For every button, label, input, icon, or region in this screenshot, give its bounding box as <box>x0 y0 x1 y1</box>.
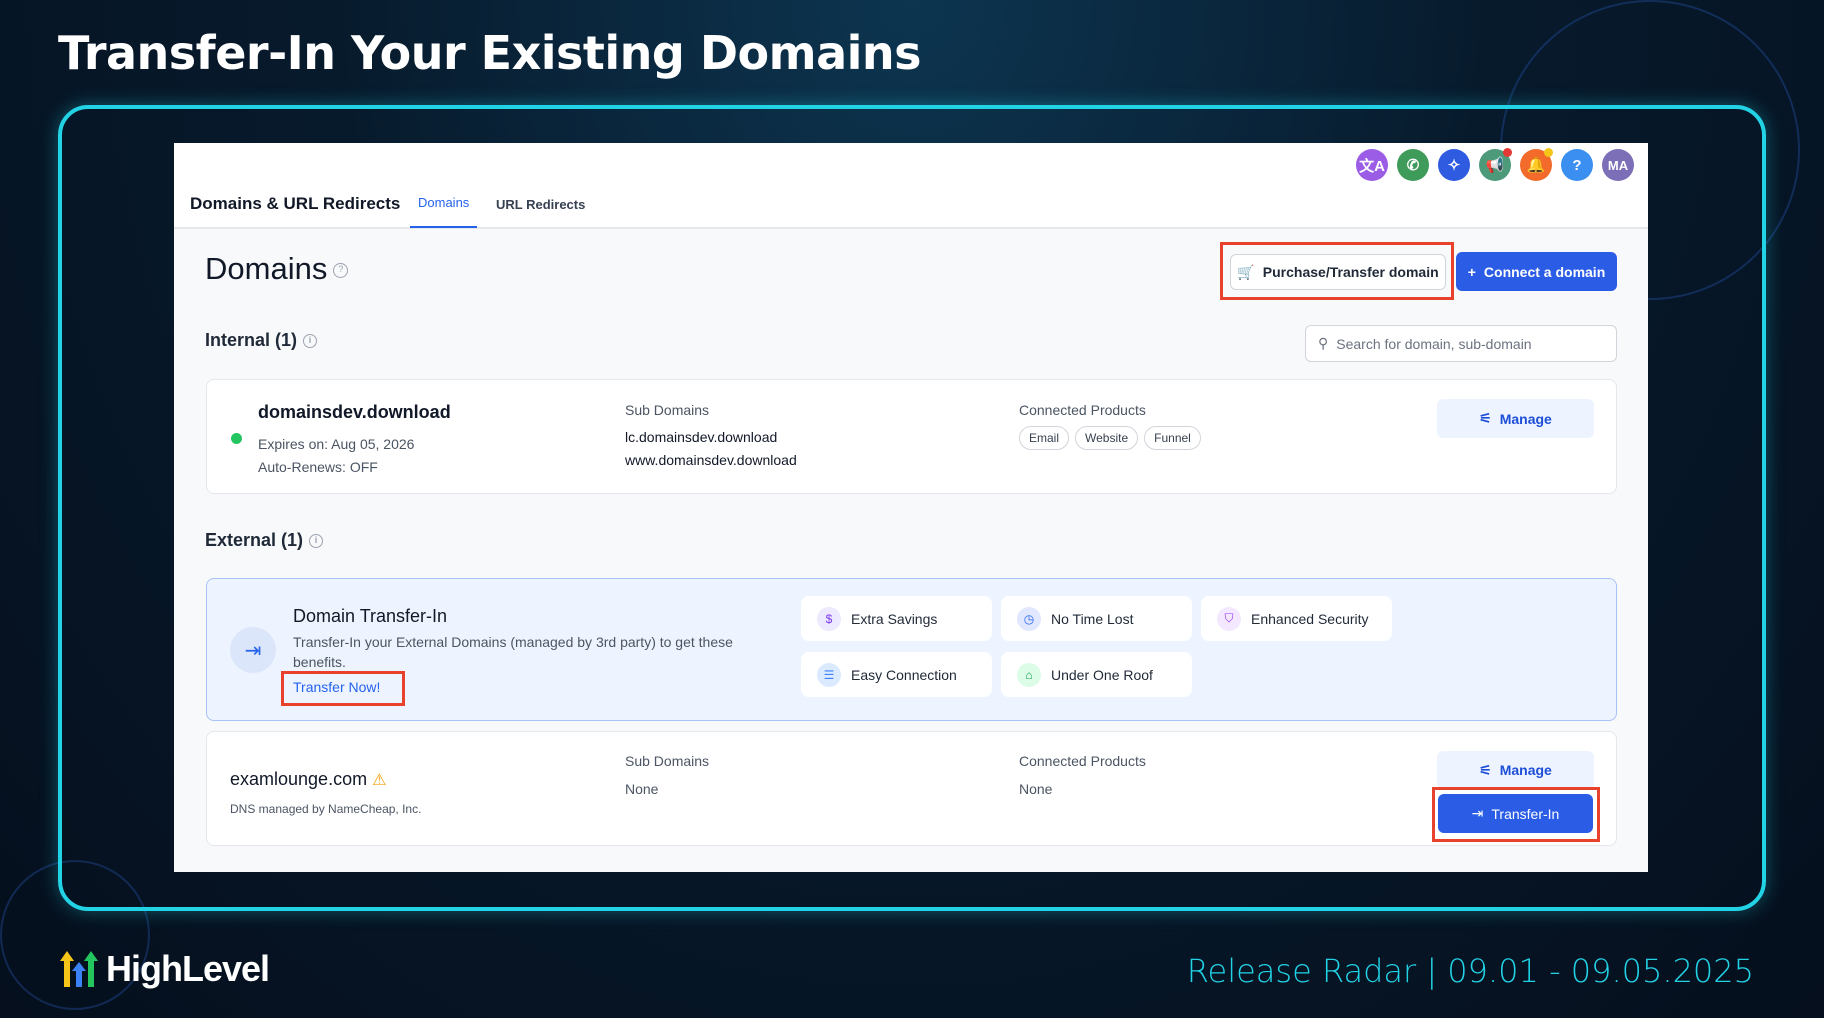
benefit-icon: $ <box>817 606 841 631</box>
external-domain-card: examlounge.com ⚠ DNS managed by NameChea… <box>206 731 1617 846</box>
banner-title: Transfer-In Your Existing Domains <box>58 26 922 80</box>
benefit-icon: ◷ <box>1017 606 1041 631</box>
domain-name[interactable]: domainsdev.download <box>258 402 451 423</box>
product-chip: Website <box>1075 426 1139 450</box>
benefit-label: Under One Roof <box>1051 666 1153 683</box>
product-chip: Funnel <box>1144 426 1201 450</box>
purchase-transfer-button[interactable]: 🛒 Purchase/Transfer domain <box>1230 254 1446 290</box>
sub-domains-label: Sub Domains <box>625 753 710 769</box>
transfer-now-link[interactable]: Transfer Now! <box>293 679 380 695</box>
promo-title: Domain Transfer-In <box>293 606 448 626</box>
manage-button[interactable]: ⚟ Manage <box>1437 751 1594 789</box>
translate-icon[interactable]: 文A <box>1356 149 1388 181</box>
cart-icon: 🛒 <box>1237 263 1255 280</box>
benefit-chip: ☰ Easy Connection <box>801 652 992 697</box>
sparkle-icon[interactable]: ✧ <box>1438 149 1470 181</box>
benefit-chip: $ Extra Savings <box>801 596 992 641</box>
benefit-label: Enhanced Security <box>1251 610 1369 627</box>
benefit-label: No Time Lost <box>1051 610 1134 627</box>
benefit-label: Extra Savings <box>851 610 938 627</box>
product-chip: Email <box>1019 426 1070 450</box>
benefit-chip: ◷ No Time Lost <box>1001 596 1192 641</box>
benefit-chip: ⌂ Under One Roof <box>1001 652 1192 697</box>
internal-heading: Internal (1) i <box>205 330 318 351</box>
sub-domains-label: Sub Domains <box>625 402 710 418</box>
plus-icon: + <box>1467 263 1476 280</box>
benefit-icon: ⌂ <box>1017 662 1041 687</box>
transfer-in-icon: ⇥ <box>230 627 276 673</box>
top-header: Domains & URL Redirects Domains URL Redi… <box>174 143 1648 229</box>
product-chips: Email Website Funnel <box>1019 426 1207 450</box>
benefit-icon: ⛉ <box>1217 606 1241 631</box>
sliders-icon: ⚟ <box>1479 761 1492 778</box>
megaphone-icon[interactable]: 📢 <box>1479 148 1512 181</box>
sub-domains-value: None <box>625 781 659 797</box>
release-radar-label: Release Radar | 09.01 - 09.05.2025 <box>1186 952 1754 990</box>
auto-renew-status: Auto-Renews: OFF <box>258 459 378 475</box>
transfer-in-button[interactable]: ⇥ Transfer-In <box>1438 794 1593 833</box>
connect-domain-button[interactable]: + Connect a domain <box>1456 252 1617 291</box>
help-icon[interactable]: ? <box>1561 149 1593 181</box>
expiry-date: Expires on: Aug 05, 2026 <box>258 436 415 452</box>
app-title: Domains & URL Redirects <box>190 194 401 213</box>
avatar[interactable]: MA <box>1602 149 1634 181</box>
sub-domain: lc.domainsdev.download <box>625 429 778 445</box>
benefit-chip: ⛉ Enhanced Security <box>1201 596 1392 641</box>
domain-name: examlounge.com ⚠ <box>230 769 387 789</box>
help-icon[interactable]: ? <box>333 263 349 279</box>
tab-url-redirects[interactable]: URL Redirects <box>496 197 585 212</box>
logo-arrows-icon <box>60 951 98 987</box>
info-icon: i <box>303 334 318 349</box>
info-icon: i <box>309 534 324 549</box>
connected-products-label: Connected Products <box>1019 402 1146 418</box>
benefit-icon: ☰ <box>817 662 841 687</box>
phone-icon[interactable]: ✆ <box>1397 149 1429 181</box>
tab-domains[interactable]: Domains <box>410 195 478 228</box>
status-dot <box>231 433 242 444</box>
search-input[interactable]: ⚲ Search for domain, sub-domain <box>1305 325 1617 362</box>
manage-button[interactable]: ⚟ Manage <box>1437 399 1594 438</box>
bell-icon[interactable]: 🔔 <box>1520 148 1553 181</box>
promo-description: Transfer-In your External Domains (manag… <box>293 634 733 670</box>
page-title: Domains? <box>205 251 349 287</box>
transfer-in-promo: ⇥ Domain Transfer-In Transfer-In your Ex… <box>206 578 1617 721</box>
brand-name: HighLevel <box>106 948 270 989</box>
app-window: Domains & URL Redirects Domains URL Redi… <box>174 143 1648 872</box>
search-icon: ⚲ <box>1318 335 1329 351</box>
sub-domain: www.domainsdev.download <box>625 452 797 468</box>
external-heading: External (1) i <box>205 530 324 551</box>
warning-icon: ⚠ <box>372 772 387 789</box>
connected-products-value: None <box>1019 781 1053 797</box>
internal-domain-card: domainsdev.download Expires on: Aug 05, … <box>206 379 1617 494</box>
highlevel-logo: HighLevel <box>58 948 270 990</box>
benefit-label: Easy Connection <box>851 666 957 683</box>
transfer-in-icon: ⇥ <box>1471 805 1484 821</box>
sliders-icon: ⚟ <box>1479 410 1492 426</box>
connected-products-label: Connected Products <box>1019 753 1146 769</box>
dns-provider: DNS managed by NameCheap, Inc. <box>230 802 422 816</box>
